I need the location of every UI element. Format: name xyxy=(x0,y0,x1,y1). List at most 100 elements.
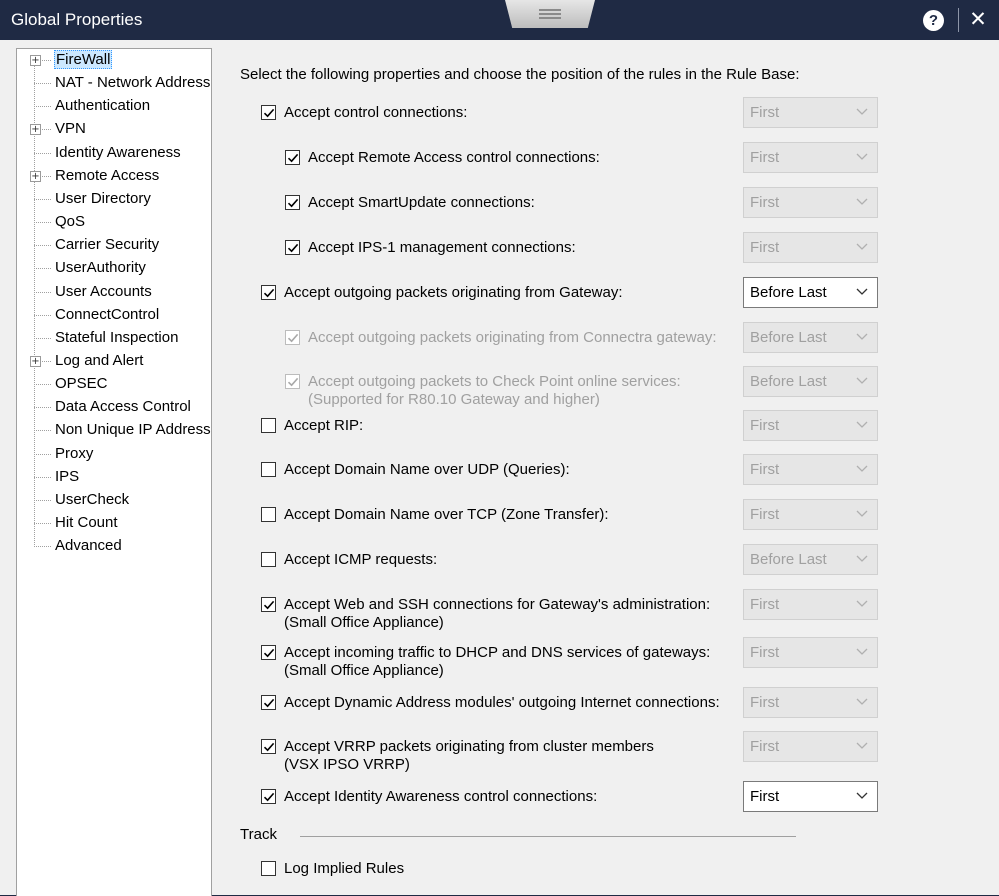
tree-item-label: NAT - Network Address Translation xyxy=(55,74,211,92)
tree-item[interactable]: QoS xyxy=(17,211,211,233)
tree-item-label: Non Unique IP Address Ranges xyxy=(55,421,211,439)
rule-position-select[interactable]: First xyxy=(743,142,878,173)
rule-position-select[interactable]: First xyxy=(743,731,878,762)
chevron-down-icon xyxy=(855,694,869,708)
tree-connector xyxy=(34,337,51,339)
tree-item-label: Advanced xyxy=(55,537,122,555)
rule-checkbox[interactable] xyxy=(285,150,300,165)
plus-expander-icon[interactable]: + xyxy=(30,170,41,182)
rule-position-select[interactable]: Before Last xyxy=(743,322,878,353)
rule-label: Accept outgoing packets originating from… xyxy=(308,329,717,347)
tree-item-label: Carrier Security xyxy=(55,236,160,254)
tree-connector xyxy=(34,453,51,455)
tree-item[interactable]: + FireWall xyxy=(17,49,211,71)
rule-position-select[interactable]: First xyxy=(743,589,878,620)
tree-item[interactable]: IPS xyxy=(17,466,211,488)
rule-position-select[interactable]: First xyxy=(743,454,878,485)
rule-checkbox[interactable] xyxy=(261,552,276,567)
rule-label-line: Accept IPS-1 management connections: xyxy=(308,239,576,256)
rule-checkbox[interactable] xyxy=(285,195,300,210)
rule-checkbox[interactable] xyxy=(261,645,276,660)
tree-connector xyxy=(34,222,51,224)
plus-expander-icon[interactable]: + xyxy=(30,124,41,136)
tree-connector xyxy=(34,268,51,270)
rule-checkbox[interactable] xyxy=(261,507,276,522)
tree-item[interactable]: Non Unique IP Address Ranges xyxy=(17,419,211,441)
tree-item-label: Authentication xyxy=(55,97,151,115)
rule-label: Accept Domain Name over UDP (Queries): xyxy=(284,461,570,479)
rule-position-select[interactable]: First xyxy=(743,637,878,668)
rule-position-select[interactable]: Before Last xyxy=(743,366,878,397)
rule-label-line: Accept Remote Access control connections… xyxy=(308,149,600,166)
tree-connector xyxy=(34,291,51,293)
rule-checkbox[interactable] xyxy=(285,330,300,345)
rule-checkbox[interactable] xyxy=(261,285,276,300)
tree-item[interactable]: OPSEC xyxy=(17,373,211,395)
rule-label-subline: (Supported for R80.10 Gateway and higher… xyxy=(308,391,600,408)
tree-item[interactable]: Stateful Inspection xyxy=(17,327,211,349)
rule-checkbox[interactable] xyxy=(261,418,276,433)
rule-position-select[interactable]: Before Last xyxy=(743,544,878,575)
tree-item[interactable]: Advanced xyxy=(17,535,211,557)
rule-position-value: Before Last xyxy=(750,284,827,301)
rule-checkbox[interactable] xyxy=(261,739,276,754)
rule-checkbox[interactable] xyxy=(285,240,300,255)
close-icon[interactable]: ✕ xyxy=(968,8,988,32)
grip-line xyxy=(539,17,561,19)
rule-checkbox[interactable] xyxy=(261,597,276,612)
tree-item[interactable]: User Directory xyxy=(17,188,211,210)
chevron-down-icon xyxy=(855,596,869,610)
rule-checkbox[interactable] xyxy=(261,695,276,710)
rule-checkbox[interactable] xyxy=(285,374,300,389)
tree-connector xyxy=(34,430,51,432)
tree-item[interactable]: + VPN xyxy=(17,118,211,140)
navigation-tree[interactable]: + FireWall NAT - Network Address Translati… xyxy=(16,48,212,896)
tree-connector xyxy=(34,523,51,524)
rule-position-value: First xyxy=(750,788,780,805)
rule-label: Accept RIP: xyxy=(284,417,363,435)
tree-item[interactable]: NAT - Network Address Translation xyxy=(17,72,211,94)
tree-item[interactable]: Proxy xyxy=(17,443,211,465)
tree-item[interactable]: + Log and Alert xyxy=(17,350,211,372)
tree-item[interactable]: User Accounts xyxy=(17,281,211,303)
plus-expander-icon[interactable]: + xyxy=(30,55,41,66)
tree-connector xyxy=(34,407,51,409)
tree-item-label: Stateful Inspection xyxy=(55,328,179,346)
grip-line xyxy=(539,9,561,11)
tree-item[interactable]: UserAuthority xyxy=(17,257,211,279)
tree-item[interactable]: Data Access Control xyxy=(17,396,211,418)
tree-connector xyxy=(34,546,51,548)
rule-position-select[interactable]: First xyxy=(743,410,878,441)
chevron-down-icon xyxy=(855,417,869,431)
log-implied-rules-label: Log Implied Rules xyxy=(284,860,405,877)
help-icon[interactable]: ? xyxy=(923,10,944,31)
rule-checkbox[interactable] xyxy=(261,789,276,804)
chevron-down-icon xyxy=(855,104,869,118)
rule-label-line: Accept outgoing packets originating from… xyxy=(308,329,717,346)
tree-item[interactable]: Authentication xyxy=(17,95,211,117)
plus-expander-icon[interactable]: + xyxy=(30,355,41,367)
rule-checkbox[interactable] xyxy=(261,462,276,477)
rule-position-select[interactable]: Before Last xyxy=(743,277,878,308)
rule-position-select[interactable]: First xyxy=(743,97,878,128)
rule-position-select[interactable]: First xyxy=(743,499,878,530)
chevron-down-icon xyxy=(855,194,869,208)
tree-item[interactable]: Carrier Security xyxy=(17,234,211,256)
drag-handle-icon[interactable] xyxy=(505,0,595,28)
tree-item[interactable]: UserCheck xyxy=(17,489,211,511)
rule-position-value: First xyxy=(750,239,780,256)
log-implied-rules-checkbox[interactable] xyxy=(261,861,276,876)
rule-position-select[interactable]: First xyxy=(743,232,878,263)
tree-item[interactable]: + Remote Access xyxy=(17,165,211,187)
tree-item[interactable]: Identity Awareness xyxy=(17,142,211,164)
intro-text: Select the following properties and choo… xyxy=(240,66,800,83)
tree-item-label: UserAuthority xyxy=(55,259,146,277)
rule-checkbox[interactable] xyxy=(261,105,276,120)
chevron-down-icon xyxy=(855,373,869,387)
rule-position-value: First xyxy=(750,104,780,121)
tree-item[interactable]: ConnectControl xyxy=(17,304,211,326)
rule-position-select[interactable]: First xyxy=(743,187,878,218)
rule-position-select[interactable]: First xyxy=(743,781,878,812)
tree-item[interactable]: Hit Count xyxy=(17,512,211,534)
rule-position-select[interactable]: First xyxy=(743,687,878,718)
